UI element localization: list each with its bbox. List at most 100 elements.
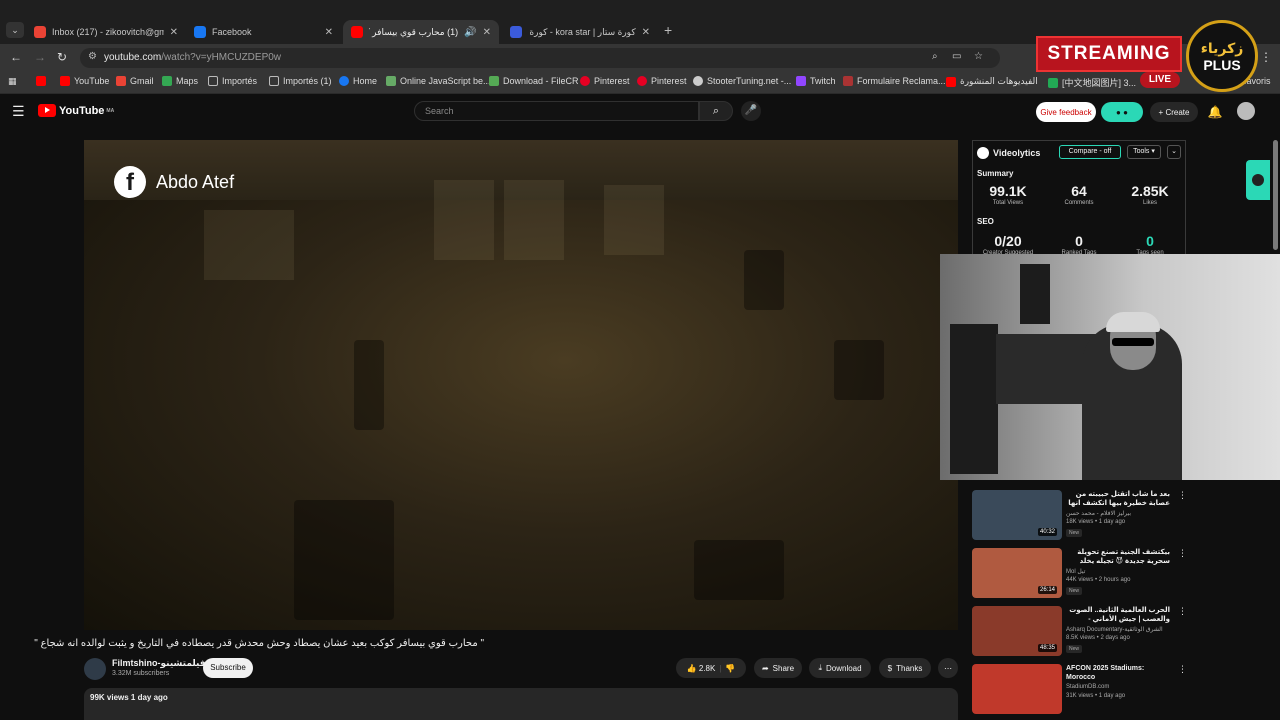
browser-tab-youtube[interactable]: (1) محارب قوي بيسافر كوك 🔊 ✕ [343, 20, 499, 44]
youtube-icon [946, 76, 956, 87]
subscribe-button[interactable]: Subscribe [203, 658, 253, 678]
thanks-button[interactable]: $ Thanks [879, 658, 931, 678]
youtube-icon [60, 76, 70, 86]
more-vert-icon[interactable]: ⋮ [1178, 664, 1187, 675]
bookmarks-bar: ▦ YouTube Gmail Maps Importés Importés (… [0, 72, 1280, 94]
compare-toggle[interactable]: Compare - off [1059, 145, 1121, 159]
bookmark-star-icon[interactable]: ☆ [974, 51, 983, 62]
seo-ranked-tags: 0 Ranked Tags [1061, 233, 1097, 256]
bookmark-youtube-red[interactable] [36, 76, 50, 86]
new-tab-button[interactable]: + [664, 22, 672, 38]
videolytics-side-button[interactable] [1246, 160, 1270, 200]
like-button[interactable]: 👍 2.8K [687, 664, 716, 673]
live-badge: LIVE [1140, 72, 1180, 88]
folder-icon [269, 76, 279, 86]
videolytics-logo-icon [977, 147, 989, 159]
webcam-overlay [940, 254, 1280, 480]
browser-tab-gmail[interactable]: Inbox (217) - zikoovitch@gmail ✕ [26, 20, 186, 44]
close-icon[interactable]: ✕ [642, 27, 650, 38]
youtube-logo[interactable]: YouTube MA [38, 104, 114, 117]
scrollbar-thumb[interactable] [1273, 140, 1278, 250]
download-button[interactable]: ⤓ Download [809, 658, 871, 678]
bookmark-2[interactable]: Maps [162, 76, 198, 86]
site-icon [693, 76, 703, 86]
more-vert-icon[interactable]: ⋮ [1178, 490, 1187, 501]
streamer-cap [1106, 312, 1160, 332]
cast-icon[interactable]: ▭ [952, 51, 961, 62]
thumbs-down-icon: 👎 [725, 663, 736, 673]
browser-tab-facebook[interactable]: Facebook ✕ [186, 20, 341, 44]
notifications-bell-icon[interactable]: 🔔 [1205, 102, 1225, 122]
recommendation-item[interactable]: 26:14 بيكتشف الجنية تصنع تحويلة سحرية جد… [972, 544, 1187, 600]
bookmark-1[interactable]: Gmail [116, 76, 154, 86]
back-icon[interactable]: ← [10, 50, 22, 64]
chevron-down-icon: ⌄ [1171, 148, 1177, 155]
url-field[interactable]: ⚙ youtube.com/watch?v=yHMCUZDEP0w ⌕ ▭ ☆ [80, 48, 1000, 68]
menu-icon[interactable]: ☰ [12, 103, 25, 120]
bookmark-13[interactable]: الفيديوهات المنشورة [946, 76, 1038, 87]
channel-row: Filmtshino-فيلمتشينو ✔ 3.32M subscribers… [84, 656, 958, 682]
bookmark-3[interactable]: Importés [208, 76, 257, 86]
streamer-glasses [1112, 338, 1154, 346]
channel-name[interactable]: Filmtshino-فيلمتشينو ✔ [112, 658, 216, 669]
site-info-icon[interactable]: ⚙ [88, 51, 97, 62]
avatar[interactable] [1237, 102, 1255, 120]
tab-search-button[interactable]: ⌄ [6, 22, 24, 38]
youtube-play-icon [38, 104, 56, 117]
search-icon: ⌕ [712, 105, 720, 117]
channel-avatar[interactable] [84, 658, 106, 680]
seo-creator-suggested: 0/20 Creator Suggested [982, 233, 1034, 256]
bookmark-8[interactable]: Pinterest [580, 76, 630, 86]
close-icon[interactable]: ✕ [325, 27, 333, 38]
description-box[interactable]: 99K views 1 day ago [84, 688, 958, 720]
more-vert-icon[interactable]: ⋮ [1178, 606, 1187, 617]
search-input[interactable]: Search [414, 101, 699, 121]
bookmark-12[interactable]: Formulaire Reclama... [843, 76, 946, 86]
bookmark-11[interactable]: Twitch [796, 76, 836, 86]
bookmark-0[interactable]: YouTube [60, 76, 109, 86]
collapse-button[interactable]: ⌄ [1167, 145, 1181, 159]
dislike-button[interactable]: 👎 [725, 664, 735, 673]
give-feedback-button[interactable]: Give feedback [1036, 102, 1096, 122]
bookmark-6[interactable]: Online JavaScript be... [386, 76, 491, 86]
download-icon: ⤓ [818, 663, 822, 672]
site-icon [510, 26, 522, 38]
recommendation-item[interactable]: AFCON 2025 Stadiums: Morocco StadiumDB.c… [972, 660, 1187, 716]
stat-likes: 2.85K Likes [1131, 183, 1169, 206]
facebook-icon [194, 26, 206, 38]
more-vert-icon[interactable]: ⋮ [1178, 548, 1187, 559]
bookmark-10[interactable]: StooterTuning.net -... [693, 76, 791, 86]
youtube-icon [36, 76, 46, 86]
bookmark-9[interactable]: Pinterest [637, 76, 687, 86]
bookmark-14[interactable]: [中文地図图片] 3... [1048, 76, 1136, 89]
bookmark-7[interactable]: Download - FileCR [489, 76, 579, 86]
more-actions-button[interactable]: ⋯ [938, 658, 958, 678]
site-icon [1048, 77, 1058, 88]
video-player[interactable] [84, 140, 958, 630]
bookmark-5[interactable]: Home [339, 76, 377, 86]
tools-dropdown[interactable]: Tools ▾ [1127, 145, 1161, 159]
recommendation-item[interactable]: 48:35 الحرب العالمية الثانية.. الصوت وال… [972, 602, 1187, 658]
thumbnail[interactable] [972, 664, 1062, 714]
apps-grid-icon[interactable]: ▦ [8, 76, 17, 87]
scrollbar[interactable] [1272, 140, 1280, 700]
pinterest-icon [580, 76, 590, 86]
summary-label: Summary [977, 169, 1014, 178]
facebook-watermark: f Abdo Atef [114, 166, 234, 198]
browser-tab-korastar[interactable]: كورة ستار | kora star - كورة لايف ✕ [502, 20, 658, 44]
close-icon[interactable]: ✕ [170, 27, 178, 38]
pinterest-icon [637, 76, 647, 86]
zoom-icon[interactable]: ⌕ [932, 51, 938, 62]
share-button[interactable]: ➦ Share [754, 658, 802, 678]
extension-toggle[interactable]: ● ● [1101, 102, 1143, 122]
bookmark-4[interactable]: Importés (1) [269, 76, 332, 86]
forward-icon[interactable]: → [34, 50, 46, 64]
search-button[interactable]: ⌕ [699, 101, 733, 121]
reload-icon[interactable]: ↻ [57, 50, 67, 64]
recommendation-item[interactable]: 40:32 بعد ما شاب اتقتل حبيبته من عصابة خ… [972, 486, 1187, 542]
voice-search-button[interactable]: 🎤 [741, 101, 761, 121]
menu-dots-icon[interactable]: ⋮ [1260, 50, 1272, 64]
site-icon [489, 76, 499, 86]
create-button[interactable]: + Create [1150, 102, 1198, 122]
close-icon[interactable]: ✕ [483, 27, 491, 38]
